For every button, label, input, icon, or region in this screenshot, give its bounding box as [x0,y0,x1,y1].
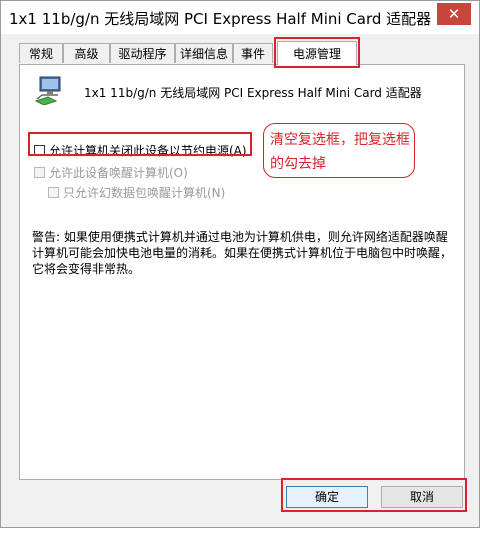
tab-driver[interactable]: 驱动程序 [110,43,175,63]
magic-packet-checkbox [48,187,59,198]
allow-wake-label: 允许此设备唤醒计算机(O) [49,166,188,180]
tab-highlight-box [274,37,360,68]
tab-events[interactable]: 事件 [233,43,273,63]
tab-general[interactable]: 常规 [19,43,63,63]
window-title: 1x1 11b/g/n 无线局域网 PCI Express Half Mini … [9,10,432,28]
tab-advanced[interactable]: 高级 [63,43,110,63]
annotation-callout: 清空复选框，把复选框的勾去掉 [263,123,415,178]
allow-wake-checkbox [34,167,45,178]
magic-packet-label: 只允许幻数据包唤醒计算机(N) [63,186,226,200]
checkbox-highlight-box [28,132,252,156]
tab-details[interactable]: 详细信息 [175,43,233,63]
buttons-highlight-box [281,478,467,512]
device-name: 1x1 11b/g/n 无线局域网 PCI Express Half Mini … [84,86,422,100]
network-adapter-icon [34,76,61,105]
warning-text: 警告: 如果使用便携式计算机并通过电池为计算机供电，则允许网络适配器唤醒计算机可… [32,230,453,276]
allow-wake-row: 允许此设备唤醒计算机(O) [34,164,188,181]
title-bar: 1x1 11b/g/n 无线局域网 PCI Express Half Mini … [1,1,479,34]
magic-packet-row: 只允许幻数据包唤醒计算机(N) [48,184,225,201]
close-icon[interactable]: ✕ [437,3,471,25]
properties-dialog: 1x1 11b/g/n 无线局域网 PCI Express Half Mini … [0,0,480,528]
